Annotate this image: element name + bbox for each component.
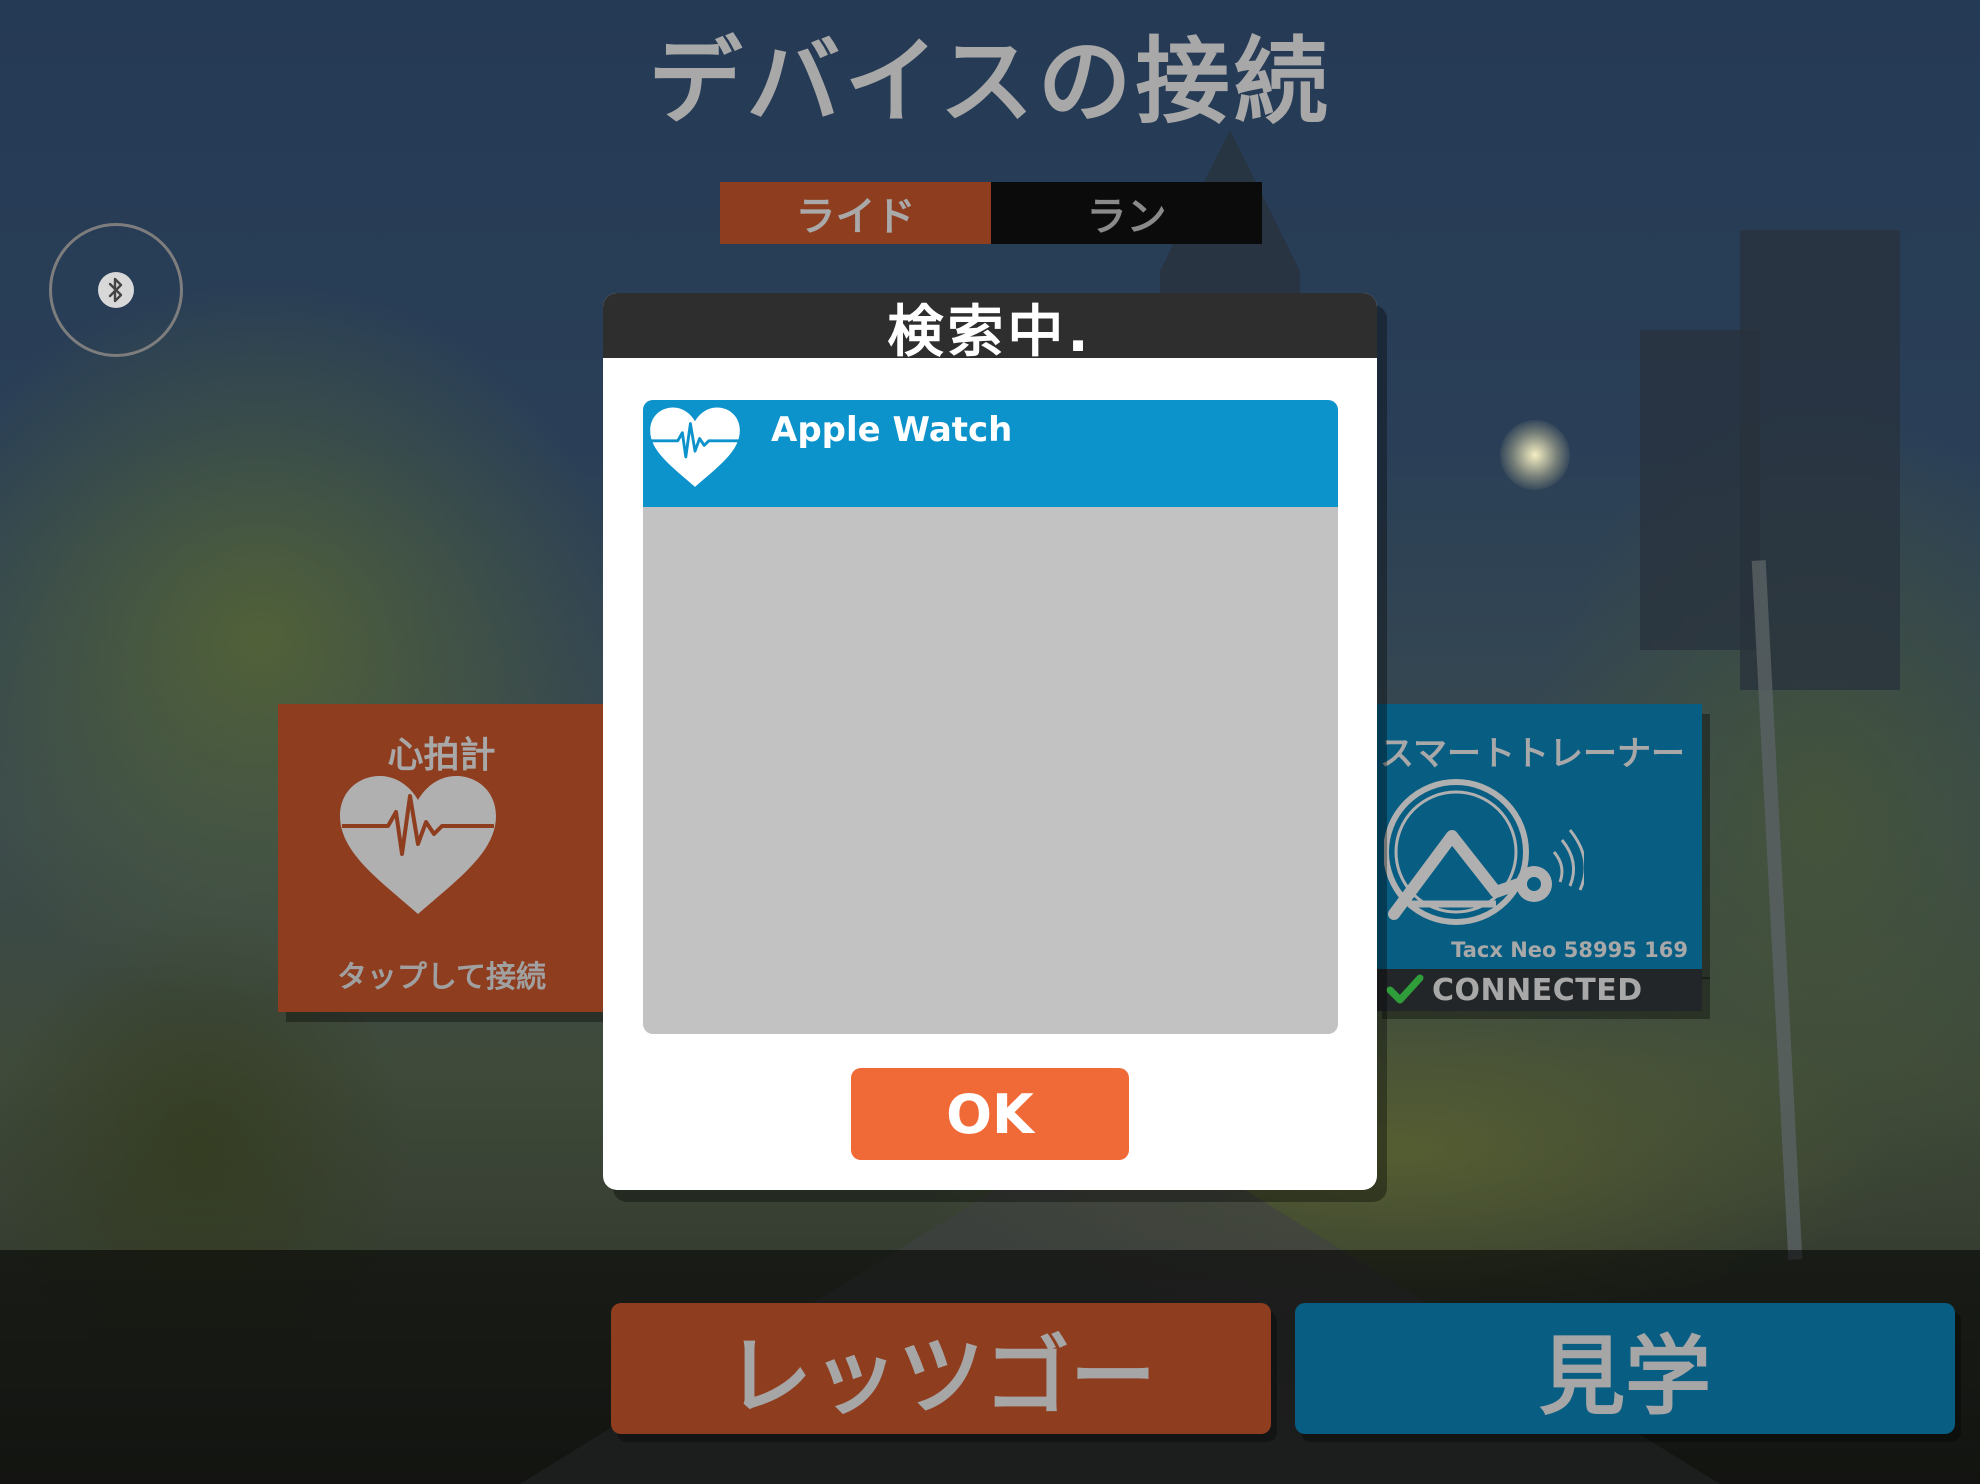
ok-button[interactable]: OK <box>851 1068 1129 1160</box>
heart-pulse-icon <box>338 774 498 923</box>
background-street-lamp <box>1500 420 1570 490</box>
smart-trainer-tile-title: スマートトレーナー <box>1380 734 1685 774</box>
heart-pulse-icon <box>649 406 741 494</box>
connection-status: CONNECTED <box>1432 972 1643 1008</box>
heart-rate-tile[interactable]: 心拍計 タップして接続 <box>278 704 605 1012</box>
bluetooth-button[interactable] <box>49 223 183 357</box>
tab-ride[interactable]: ライド <box>720 182 991 244</box>
smart-trainer-tile[interactable]: スマートトレーナー Tacx Neo 58995 169 <box>1374 704 1702 969</box>
smart-trainer-icon <box>1383 774 1587 938</box>
page-title: デバイスの接続 <box>648 28 1332 137</box>
heart-rate-tile-title: 心拍計 <box>387 735 496 776</box>
spectate-button[interactable]: 見学 <box>1295 1303 1955 1434</box>
bluetooth-icon <box>98 272 134 308</box>
smart-trainer-status-bar: CONNECTED <box>1374 969 1702 1011</box>
mode-tabs: ライド ラン <box>720 182 1262 244</box>
device-list-item[interactable]: Apple Watch <box>643 400 1338 507</box>
heart-rate-tile-status: タップして接続 <box>336 960 547 995</box>
tab-run[interactable]: ラン <box>991 182 1262 244</box>
modal-title: 検索中. <box>603 293 1377 365</box>
lets-go-button[interactable]: レッツゴー <box>611 1303 1271 1434</box>
device-search-modal: 検索中. Apple Watch OK <box>603 293 1377 1190</box>
device-name: Apple Watch <box>771 410 1013 450</box>
device-list[interactable]: Apple Watch <box>643 400 1338 1034</box>
check-icon <box>1386 974 1424 1004</box>
smart-trainer-device-name: Tacx Neo 58995 169 <box>1451 938 1688 962</box>
background-building <box>1640 330 1760 650</box>
